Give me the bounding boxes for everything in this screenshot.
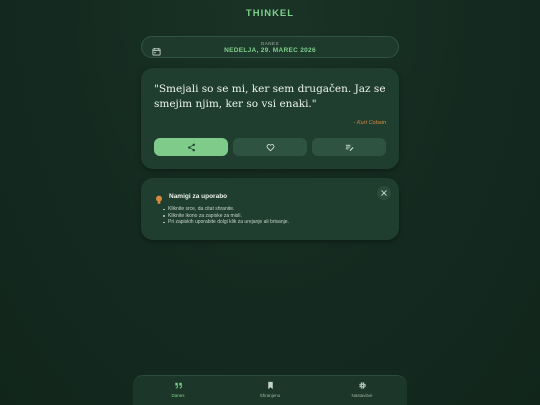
quote-icon	[174, 382, 182, 389]
note-button[interactable]	[312, 138, 386, 156]
edit-note-icon	[345, 144, 353, 151]
nav-label-today: Danes	[171, 393, 185, 398]
bookmark-icon	[267, 381, 273, 390]
date-label: DANES	[260, 41, 279, 46]
bottom-nav: Danes Shranjeno Nastavitve	[133, 375, 407, 405]
share-button[interactable]	[154, 138, 228, 156]
tip-item: Pri zapiskih uporabite dolgi klik za ure…	[163, 219, 289, 226]
gear-icon	[358, 382, 366, 389]
tips-card: Namigi za uporabo Kliknite srce, da cita…	[141, 178, 399, 240]
nav-label-settings: Nastavitve	[351, 393, 373, 398]
close-icon	[381, 190, 387, 196]
nav-item-settings[interactable]: Nastavitve	[332, 381, 392, 398]
nav-item-saved[interactable]: Shranjeno	[240, 381, 300, 398]
favorite-button[interactable]	[233, 138, 307, 156]
date-value: NEDELJA, 29. MAREC 2026	[224, 47, 316, 54]
quote-author: - Kurt Cobain	[353, 120, 386, 126]
nav-item-today[interactable]: Danes	[148, 381, 208, 398]
tips-list: Kliknite srce, da citat shranite. Klikni…	[163, 206, 289, 226]
lightbulb-icon	[155, 192, 163, 204]
share-icon	[187, 143, 195, 151]
tips-title: Namigi za uporabo	[169, 193, 228, 200]
quote-text: "Smejali so se mi, ker sem drugačen. Jaz…	[154, 83, 386, 110]
close-tips-button[interactable]	[377, 186, 391, 200]
heart-icon	[266, 143, 274, 151]
nav-label-saved: Shranjeno	[259, 393, 281, 398]
app-title: THINKEL	[245, 8, 295, 19]
quote-card: "Smejali so se mi, ker sem drugačen. Jaz…	[141, 68, 399, 169]
date-pill: DANES NEDELJA, 29. MAREC 2026	[141, 36, 399, 58]
app-root: THINKEL DANES NEDELJA, 29. MAREC 2026 "S…	[0, 0, 540, 405]
